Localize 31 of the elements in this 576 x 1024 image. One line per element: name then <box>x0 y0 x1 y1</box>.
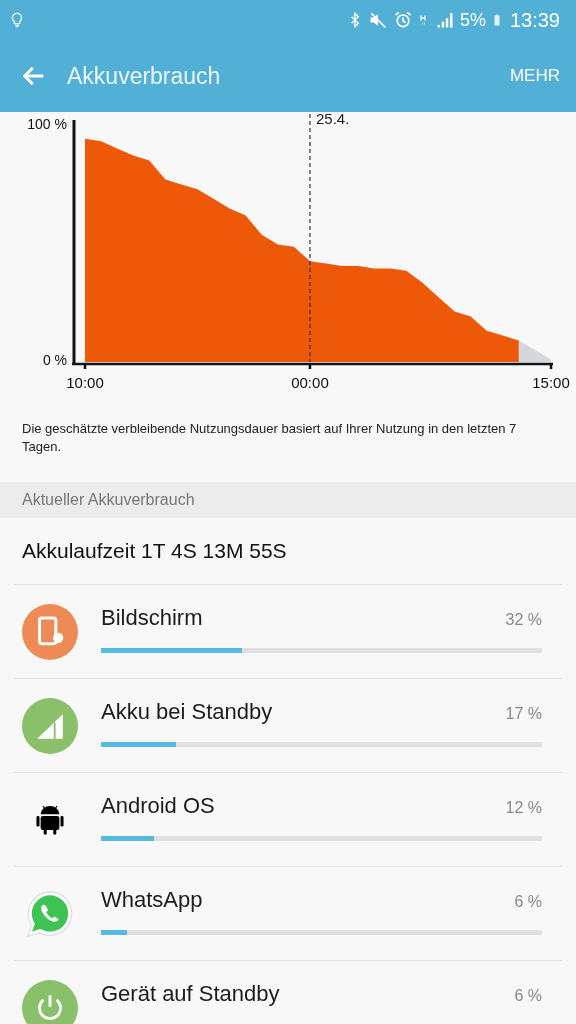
usage-percent: 6 % <box>514 986 542 1005</box>
signal-icon <box>22 697 78 754</box>
usage-percent: 32 % <box>505 610 542 629</box>
usage-item[interactable]: Android OS 12 % <box>14 773 562 867</box>
axis-label: 100 % <box>27 115 67 132</box>
date-marker-label: 25.4. <box>315 112 350 127</box>
screen-settings-icon <box>22 603 78 660</box>
app-name: Akku bei Standby <box>101 698 273 725</box>
usage-item[interactable]: Akku bei Standby 17 % <box>14 679 562 773</box>
alarm-icon <box>392 10 413 30</box>
usage-item[interactable]: WhatsApp 6 % <box>14 867 562 961</box>
axis-label: 00:00 <box>291 374 329 391</box>
axis-label: 0 % <box>42 351 67 368</box>
axis-label: 10:00 <box>66 374 104 391</box>
usage-item[interactable]: Gerät auf Standby 6 % <box>14 961 562 1024</box>
power-icon <box>22 979 78 1024</box>
axis-label: 15:00 <box>532 374 570 391</box>
app-name: Android OS <box>101 792 215 819</box>
clock: 13:39 <box>509 8 560 32</box>
usage-percent: 6 % <box>514 892 542 911</box>
usage-percent: 17 % <box>505 704 542 723</box>
screen-title: Akkuverbrauch <box>67 62 222 90</box>
app-name: Gerät auf Standby <box>101 980 280 1007</box>
app-name: WhatsApp <box>101 886 203 913</box>
section-header: Aktueller Akkuverbrauch <box>0 482 576 518</box>
usage-item[interactable]: Bildschirm 32 % <box>14 585 562 679</box>
battery-percent: 5% <box>459 9 486 31</box>
app-name: Bildschirm <box>101 604 203 631</box>
usage-percent: 12 % <box>505 798 542 817</box>
battery-runtime: Akkulaufzeit 1T 4S 13M 55S <box>14 518 562 585</box>
info-text: Die geschätzte verbleibende Nutzungsdauer basiert auf Ihrer Nutzung in den letzten 7 Tagen. <box>22 420 518 456</box>
